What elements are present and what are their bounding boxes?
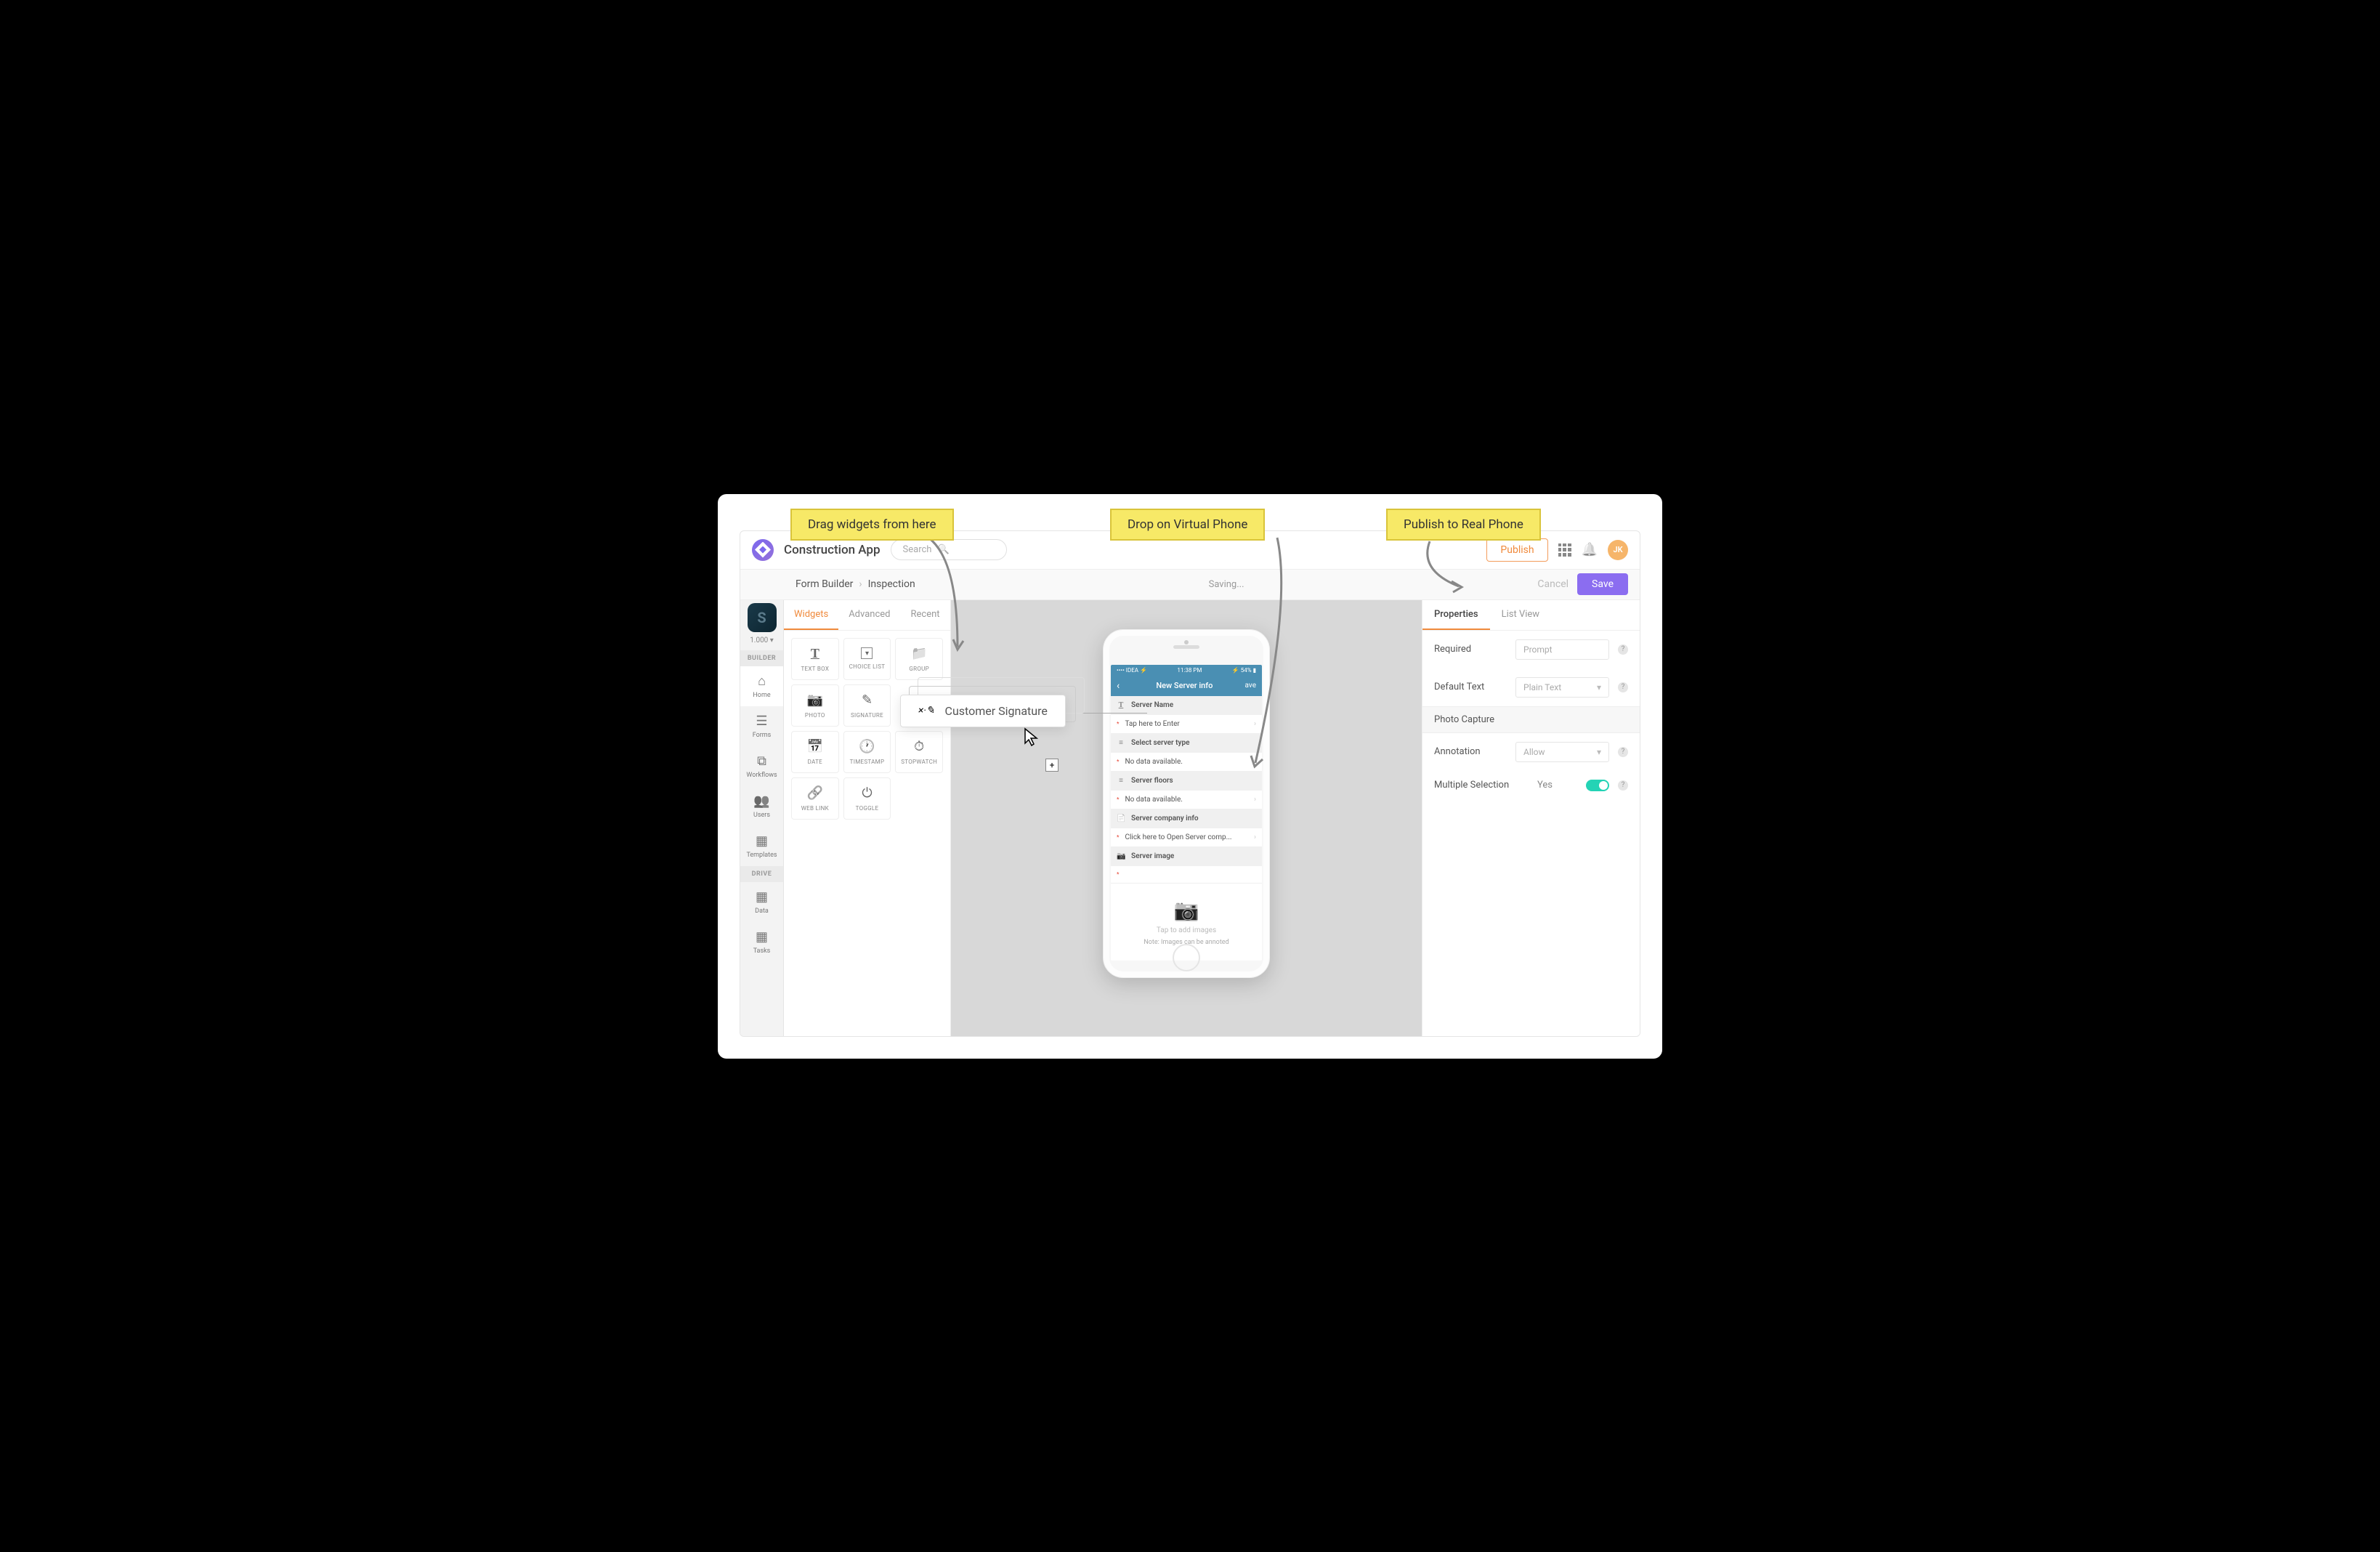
templates-icon: [756, 833, 768, 849]
phone-speaker-icon: [1173, 645, 1199, 649]
sidebar-item-workflows[interactable]: Workflows: [740, 746, 783, 786]
doc-icon: [1117, 815, 1125, 823]
drag-ghost[interactable]: ×·✎ Customer Signature: [900, 695, 1066, 727]
breadcrumb-bar: Form Builder › Inspection Saving... Canc…: [740, 570, 1640, 600]
home-icon: [758, 674, 766, 689]
sidebar-item-users[interactable]: Users: [740, 786, 783, 826]
tasks-icon: [756, 929, 768, 945]
stopwatch-icon: [914, 739, 924, 754]
prop-multiple-selection-toggle[interactable]: [1586, 780, 1609, 791]
properties-panel: Properties List View Required Prompt ? D…: [1422, 600, 1640, 1036]
callout-publish: Publish to Real Phone: [1386, 509, 1541, 541]
text-icon: [811, 646, 819, 661]
signature-icon: [862, 692, 873, 708]
version-selector[interactable]: 1.000 ▾: [750, 636, 774, 644]
phone-home-button[interactable]: [1173, 944, 1200, 971]
app-window: Construction App Search Publish JK Form …: [740, 530, 1640, 1037]
camera-icon: [1117, 852, 1125, 860]
sidebar-item-home[interactable]: Home: [740, 666, 783, 706]
apps-grid-icon[interactable]: [1558, 543, 1571, 557]
list-icon: [1117, 739, 1125, 747]
prop-default-text-select[interactable]: Plain Text▾: [1515, 677, 1609, 698]
widget-photo[interactable]: PHOTO: [791, 684, 839, 727]
save-button[interactable]: Save: [1577, 573, 1628, 595]
image-drop-label: Tap to add images: [1118, 926, 1255, 934]
breadcrumb-root[interactable]: Form Builder: [796, 578, 853, 590]
text-icon: [1117, 701, 1125, 709]
chevron-down-icon: ▾: [1597, 747, 1601, 757]
prop-required-label: Required: [1434, 644, 1507, 655]
workflows-icon: [757, 753, 766, 769]
prop-multiple-selection-label: Multiple Selection: [1434, 780, 1529, 791]
cursor-icon: [1024, 727, 1040, 752]
forms-icon: [756, 714, 767, 729]
choice-icon: [861, 647, 873, 659]
clock-icon: [859, 739, 875, 754]
prop-section-photo-capture: Photo Capture: [1422, 706, 1640, 733]
sidebar-item-tasks[interactable]: Tasks: [740, 922, 783, 962]
prop-required-select[interactable]: Prompt: [1515, 639, 1609, 660]
help-icon[interactable]: ?: [1618, 644, 1628, 655]
tab-list-view[interactable]: List View: [1490, 600, 1551, 630]
users-icon: [753, 793, 769, 809]
app-title: Construction App: [784, 543, 881, 557]
form-field-company[interactable]: Server company info: [1111, 809, 1262, 828]
prop-default-text-label: Default Text: [1434, 682, 1507, 692]
form-field-image[interactable]: Server image: [1111, 847, 1262, 866]
link-icon: [807, 785, 823, 801]
prop-multiple-selection-value: Yes: [1537, 780, 1577, 791]
plus-icon: +: [1045, 759, 1059, 772]
arrow-drop-icon: [1219, 530, 1306, 777]
chevron-down-icon: ▾: [1597, 682, 1601, 692]
sidebar-section-builder: BUILDER: [740, 650, 783, 666]
help-icon[interactable]: ?: [1618, 780, 1628, 791]
sidebar-item-forms[interactable]: Forms: [740, 706, 783, 746]
camera-large-icon: [1118, 898, 1255, 922]
bell-icon[interactable]: [1582, 542, 1598, 557]
widget-stopwatch[interactable]: STOPWATCH: [895, 731, 943, 773]
toggle-icon: [862, 785, 872, 801]
phone-camera-icon: [1184, 640, 1189, 644]
widget-text-box[interactable]: TEXT BOX: [791, 638, 839, 680]
back-icon[interactable]: ‹: [1117, 680, 1120, 692]
canvas[interactable]: ×·✎ Customer Signature + •••• IDEA ⚡ 11:…: [951, 600, 1422, 1036]
app-icon[interactable]: S: [748, 603, 777, 632]
callout-drop: Drop on Virtual Phone: [1110, 509, 1265, 541]
form-input-no-data-2[interactable]: *No data available.›: [1111, 791, 1262, 809]
widget-web-link[interactable]: WEB LINK: [791, 777, 839, 820]
help-icon[interactable]: ?: [1618, 747, 1628, 757]
tab-advanced[interactable]: Advanced: [838, 600, 900, 630]
form-input-image-req: *: [1111, 866, 1262, 884]
tab-widgets[interactable]: Widgets: [784, 600, 838, 630]
data-icon: [756, 889, 768, 905]
prop-annotation-label: Annotation: [1434, 746, 1507, 757]
widget-timestamp[interactable]: TIMESTAMP: [843, 731, 891, 773]
widget-date[interactable]: DATE: [791, 731, 839, 773]
sidebar-section-drive: DRIVE: [740, 866, 783, 882]
signature-icon: ×·✎: [918, 705, 935, 716]
publish-button[interactable]: Publish: [1486, 538, 1547, 562]
widget-toggle[interactable]: TOGGLE: [843, 777, 891, 820]
callout-drag: Drag widgets from here: [790, 509, 954, 541]
help-icon[interactable]: ?: [1618, 682, 1628, 692]
form-input-open-company[interactable]: *Click here to Open Server comp...›: [1111, 828, 1262, 847]
brand-logo-icon: [752, 539, 774, 561]
sidebar-item-templates[interactable]: Templates: [740, 826, 783, 866]
arrow-drag-icon: [907, 530, 994, 668]
drag-ghost-label: Customer Signature: [945, 704, 1048, 718]
cancel-button[interactable]: Cancel: [1537, 578, 1569, 590]
prop-annotation-select[interactable]: Allow▾: [1515, 742, 1609, 762]
sidebar: S 1.000 ▾ BUILDER Home Forms Workflows U…: [740, 600, 784, 1036]
widget-choice-list[interactable]: CHOICE LIST: [843, 638, 891, 680]
arrow-publish-icon: [1415, 534, 1481, 607]
chevron-right-icon: ›: [859, 578, 862, 590]
list-icon: [1117, 777, 1125, 785]
camera-icon: [807, 692, 823, 708]
calendar-icon: [807, 739, 823, 754]
sidebar-item-data[interactable]: Data: [740, 882, 783, 922]
avatar[interactable]: JK: [1608, 540, 1628, 560]
widget-signature[interactable]: SIGNATURE: [843, 684, 891, 727]
